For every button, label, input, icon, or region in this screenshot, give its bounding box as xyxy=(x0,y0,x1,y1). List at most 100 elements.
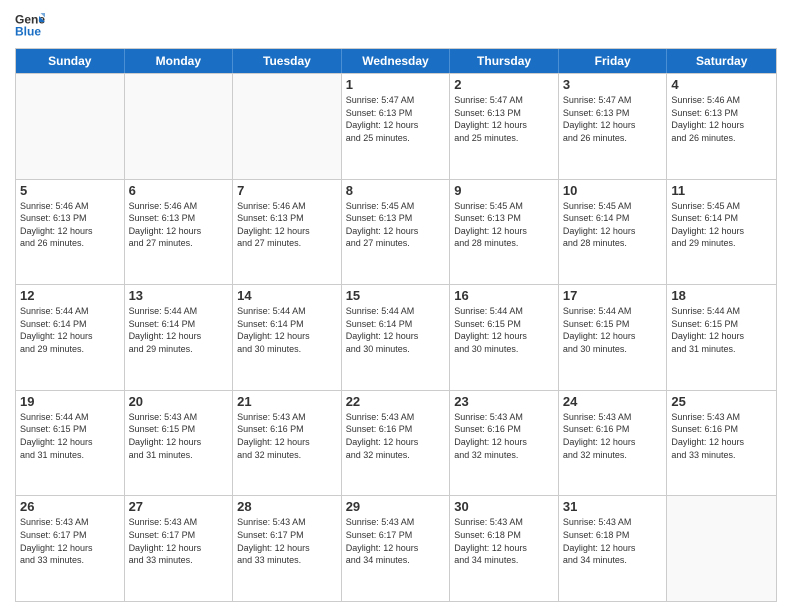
day-info: Sunrise: 5:44 AM Sunset: 6:14 PM Dayligh… xyxy=(346,305,446,355)
day-number: 20 xyxy=(129,394,229,409)
day-number: 24 xyxy=(563,394,663,409)
calendar-cell: 21 Sunrise: 5:43 AM Sunset: 6:16 PM Dayli… xyxy=(233,391,342,496)
day-number: 4 xyxy=(671,77,772,92)
day-info: Sunrise: 5:43 AM Sunset: 6:18 PM Dayligh… xyxy=(563,516,663,566)
calendar-header-cell: Monday xyxy=(125,49,234,73)
day-info: Sunrise: 5:44 AM Sunset: 6:15 PM Dayligh… xyxy=(20,411,120,461)
day-info: Sunrise: 5:43 AM Sunset: 6:16 PM Dayligh… xyxy=(346,411,446,461)
day-info: Sunrise: 5:43 AM Sunset: 6:17 PM Dayligh… xyxy=(20,516,120,566)
calendar-cell: 1 Sunrise: 5:47 AM Sunset: 6:13 PM Daylig… xyxy=(342,74,451,179)
calendar-header-cell: Wednesday xyxy=(342,49,451,73)
day-info: Sunrise: 5:43 AM Sunset: 6:16 PM Dayligh… xyxy=(237,411,337,461)
day-info: Sunrise: 5:45 AM Sunset: 6:14 PM Dayligh… xyxy=(671,200,772,250)
calendar-cell xyxy=(233,74,342,179)
day-info: Sunrise: 5:44 AM Sunset: 6:15 PM Dayligh… xyxy=(454,305,554,355)
day-number: 3 xyxy=(563,77,663,92)
day-info: Sunrise: 5:43 AM Sunset: 6:16 PM Dayligh… xyxy=(671,411,772,461)
calendar-week: 26Sunrise: 5:43 AM Sunset: 6:17 PM Dayli… xyxy=(16,495,776,601)
calendar-cell: 25 Sunrise: 5:43 AM Sunset: 6:16 PM Dayli… xyxy=(667,391,776,496)
day-info: Sunrise: 5:46 AM Sunset: 6:13 PM Dayligh… xyxy=(129,200,229,250)
day-info: Sunrise: 5:46 AM Sunset: 6:13 PM Dayligh… xyxy=(20,200,120,250)
day-number: 28 xyxy=(237,499,337,514)
calendar-cell: 11 Sunrise: 5:45 AM Sunset: 6:14 PM Dayli… xyxy=(667,180,776,285)
day-info: Sunrise: 5:46 AM Sunset: 6:13 PM Dayligh… xyxy=(671,94,772,144)
calendar-cell xyxy=(667,496,776,601)
calendar-header-cell: Tuesday xyxy=(233,49,342,73)
day-number: 19 xyxy=(20,394,120,409)
calendar-cell: 16 Sunrise: 5:44 AM Sunset: 6:15 PM Dayli… xyxy=(450,285,559,390)
calendar-cell: 29 Sunrise: 5:43 AM Sunset: 6:17 PM Dayli… xyxy=(342,496,451,601)
logo: General Blue xyxy=(15,10,49,40)
day-number: 17 xyxy=(563,288,663,303)
day-info: Sunrise: 5:43 AM Sunset: 6:17 PM Dayligh… xyxy=(346,516,446,566)
calendar-cell: 4 Sunrise: 5:46 AM Sunset: 6:13 PM Daylig… xyxy=(667,74,776,179)
day-info: Sunrise: 5:43 AM Sunset: 6:16 PM Dayligh… xyxy=(454,411,554,461)
calendar-week: 12 Sunrise: 5:44 AM Sunset: 6:14 PM Dayli… xyxy=(16,284,776,390)
calendar-cell: 14Sunrise: 5:44 AM Sunset: 6:14 PM Dayli… xyxy=(233,285,342,390)
calendar-cell: 10Sunrise: 5:45 AM Sunset: 6:14 PM Dayli… xyxy=(559,180,668,285)
day-number: 7 xyxy=(237,183,337,198)
calendar-cell: 8Sunrise: 5:45 AM Sunset: 6:13 PM Daylig… xyxy=(342,180,451,285)
day-info: Sunrise: 5:46 AM Sunset: 6:13 PM Dayligh… xyxy=(237,200,337,250)
day-info: Sunrise: 5:47 AM Sunset: 6:13 PM Dayligh… xyxy=(563,94,663,144)
day-number: 1 xyxy=(346,77,446,92)
day-number: 30 xyxy=(454,499,554,514)
day-info: Sunrise: 5:47 AM Sunset: 6:13 PM Dayligh… xyxy=(346,94,446,144)
day-number: 12 xyxy=(20,288,120,303)
day-number: 29 xyxy=(346,499,446,514)
calendar-cell: 23 Sunrise: 5:43 AM Sunset: 6:16 PM Dayli… xyxy=(450,391,559,496)
day-info: Sunrise: 5:44 AM Sunset: 6:15 PM Dayligh… xyxy=(563,305,663,355)
calendar-cell: 20 Sunrise: 5:43 AM Sunset: 6:15 PM Dayli… xyxy=(125,391,234,496)
day-info: Sunrise: 5:43 AM Sunset: 6:18 PM Dayligh… xyxy=(454,516,554,566)
day-number: 6 xyxy=(129,183,229,198)
day-number: 2 xyxy=(454,77,554,92)
day-number: 31 xyxy=(563,499,663,514)
calendar-header-cell: Friday xyxy=(559,49,668,73)
day-info: Sunrise: 5:44 AM Sunset: 6:14 PM Dayligh… xyxy=(129,305,229,355)
day-number: 25 xyxy=(671,394,772,409)
calendar-cell: 26Sunrise: 5:43 AM Sunset: 6:17 PM Dayli… xyxy=(16,496,125,601)
day-info: Sunrise: 5:47 AM Sunset: 6:13 PM Dayligh… xyxy=(454,94,554,144)
day-number: 23 xyxy=(454,394,554,409)
calendar-cell: 13Sunrise: 5:44 AM Sunset: 6:14 PM Dayli… xyxy=(125,285,234,390)
day-number: 16 xyxy=(454,288,554,303)
calendar-cell: 2 Sunrise: 5:47 AM Sunset: 6:13 PM Daylig… xyxy=(450,74,559,179)
day-info: Sunrise: 5:43 AM Sunset: 6:17 PM Dayligh… xyxy=(129,516,229,566)
day-info: Sunrise: 5:45 AM Sunset: 6:13 PM Dayligh… xyxy=(454,200,554,250)
calendar-cell: 30 Sunrise: 5:43 AM Sunset: 6:18 PM Dayli… xyxy=(450,496,559,601)
day-info: Sunrise: 5:44 AM Sunset: 6:14 PM Dayligh… xyxy=(237,305,337,355)
day-number: 15 xyxy=(346,288,446,303)
calendar-cell: 19 Sunrise: 5:44 AM Sunset: 6:15 PM Dayli… xyxy=(16,391,125,496)
calendar-header-row: SundayMondayTuesdayWednesdayThursdayFrid… xyxy=(16,49,776,73)
day-info: Sunrise: 5:43 AM Sunset: 6:16 PM Dayligh… xyxy=(563,411,663,461)
calendar-cell: 31 Sunrise: 5:43 AM Sunset: 6:18 PM Dayli… xyxy=(559,496,668,601)
svg-text:Blue: Blue xyxy=(15,25,41,39)
calendar-cell: 9 Sunrise: 5:45 AM Sunset: 6:13 PM Daylig… xyxy=(450,180,559,285)
calendar-cell: 24 Sunrise: 5:43 AM Sunset: 6:16 PM Dayli… xyxy=(559,391,668,496)
calendar-week: 19 Sunrise: 5:44 AM Sunset: 6:15 PM Dayli… xyxy=(16,390,776,496)
calendar-header-cell: Saturday xyxy=(667,49,776,73)
calendar-cell xyxy=(125,74,234,179)
day-number: 27 xyxy=(129,499,229,514)
calendar-cell: 5Sunrise: 5:46 AM Sunset: 6:13 PM Daylig… xyxy=(16,180,125,285)
day-info: Sunrise: 5:44 AM Sunset: 6:14 PM Dayligh… xyxy=(20,305,120,355)
day-info: Sunrise: 5:43 AM Sunset: 6:15 PM Dayligh… xyxy=(129,411,229,461)
calendar-cell: 3 Sunrise: 5:47 AM Sunset: 6:13 PM Daylig… xyxy=(559,74,668,179)
day-number: 10 xyxy=(563,183,663,198)
day-number: 9 xyxy=(454,183,554,198)
day-number: 21 xyxy=(237,394,337,409)
calendar-cell: 6 Sunrise: 5:46 AM Sunset: 6:13 PM Daylig… xyxy=(125,180,234,285)
calendar-body: 1 Sunrise: 5:47 AM Sunset: 6:13 PM Daylig… xyxy=(16,73,776,601)
calendar-cell: 18Sunrise: 5:44 AM Sunset: 6:15 PM Dayli… xyxy=(667,285,776,390)
calendar-week: 1 Sunrise: 5:47 AM Sunset: 6:13 PM Daylig… xyxy=(16,73,776,179)
calendar-cell: 22 Sunrise: 5:43 AM Sunset: 6:16 PM Dayli… xyxy=(342,391,451,496)
day-number: 22 xyxy=(346,394,446,409)
calendar-cell xyxy=(16,74,125,179)
calendar-week: 5Sunrise: 5:46 AM Sunset: 6:13 PM Daylig… xyxy=(16,179,776,285)
day-info: Sunrise: 5:45 AM Sunset: 6:13 PM Dayligh… xyxy=(346,200,446,250)
calendar-cell: 27 Sunrise: 5:43 AM Sunset: 6:17 PM Dayli… xyxy=(125,496,234,601)
day-number: 11 xyxy=(671,183,772,198)
logo-icon: General Blue xyxy=(15,10,45,40)
header: General Blue xyxy=(15,10,777,40)
calendar-header-cell: Thursday xyxy=(450,49,559,73)
